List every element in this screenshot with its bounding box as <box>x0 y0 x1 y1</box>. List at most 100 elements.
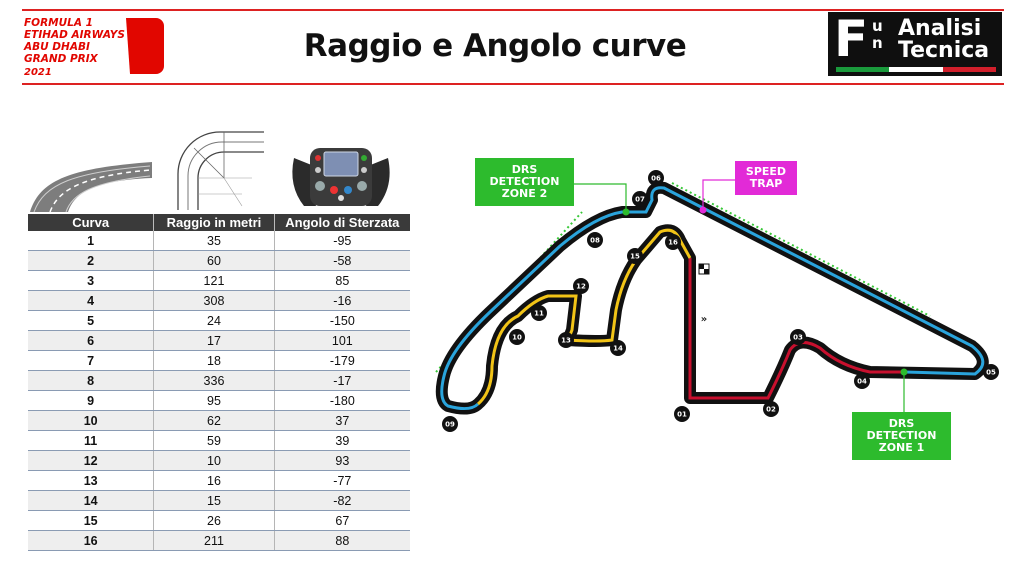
svg-text:11: 11 <box>534 310 544 318</box>
cell-curva: 5 <box>28 310 155 331</box>
brand-logo-big-letter: F <box>834 10 869 68</box>
cell-curva: 14 <box>28 490 155 511</box>
steering-wheel-icon <box>292 148 390 206</box>
event-logo-line: GRAND PRIX <box>24 53 99 65</box>
cell-curva: 16 <box>28 530 155 551</box>
cell-raggio: 95 <box>153 390 275 411</box>
column-header-raggio: Raggio in metri <box>153 214 275 231</box>
brand-logo-line1: Analisi <box>898 16 982 41</box>
table-row: 14 15 -82 <box>28 490 410 511</box>
cell-curva: 12 <box>28 450 155 471</box>
track-outline <box>435 181 989 415</box>
cell-angolo: 101 <box>274 330 410 351</box>
turn-marker: 08 <box>587 232 603 248</box>
cell-curva: 10 <box>28 410 155 431</box>
table-header-row: Curva Raggio in metri Angolo di Sterzata <box>28 214 410 231</box>
table-row: 10 62 37 <box>28 410 410 431</box>
cell-curva: 2 <box>28 250 155 271</box>
cell-curva: 1 <box>28 231 155 251</box>
cell-curva: 9 <box>28 390 155 411</box>
svg-text:12: 12 <box>576 283 586 291</box>
cell-raggio: 62 <box>153 410 275 431</box>
cell-curva: 3 <box>28 270 155 291</box>
cell-angolo: -179 <box>274 350 410 371</box>
cell-curva: 4 <box>28 290 155 311</box>
table-row: 16 211 88 <box>28 530 410 551</box>
speed-trap-label: SPEED TRAP <box>735 161 797 195</box>
cell-angolo: -17 <box>274 370 410 391</box>
brand-logo: F u n Analisi Tecnica <box>828 12 1002 76</box>
cell-raggio: 10 <box>153 450 275 471</box>
cell-raggio: 17 <box>153 330 275 351</box>
event-logo-line: FORMULA 1 <box>24 17 93 29</box>
cell-raggio: 15 <box>153 490 275 511</box>
svg-text:14: 14 <box>613 345 623 353</box>
svg-text:15: 15 <box>630 253 640 261</box>
cell-raggio: 26 <box>153 510 275 531</box>
turn-marker: 16 <box>665 234 681 250</box>
cell-raggio: 16 <box>153 470 275 491</box>
svg-text:01: 01 <box>677 411 687 419</box>
speed-trap-marker <box>699 206 707 214</box>
turn-marker: 14 <box>610 340 626 356</box>
italian-flag-stripe <box>836 67 996 72</box>
cell-angolo: -150 <box>274 310 410 331</box>
start-finish-flag-icon <box>698 263 710 275</box>
svg-text:05: 05 <box>986 369 996 377</box>
svg-text:07: 07 <box>635 196 645 204</box>
cell-curva: 6 <box>28 330 155 351</box>
cell-angolo: 85 <box>274 270 410 291</box>
cell-angolo: -95 <box>274 231 410 251</box>
svg-text:13: 13 <box>561 337 571 345</box>
cell-angolo: -180 <box>274 390 410 411</box>
turn-marker: 05 <box>983 364 999 380</box>
curves-table: Curva Raggio in metri Angolo di Sterzata… <box>28 214 410 551</box>
table-row: 4 308 -16 <box>28 290 410 311</box>
svg-text:10: 10 <box>512 334 522 342</box>
svg-text:06: 06 <box>651 175 661 183</box>
turn-marker: 02 <box>763 401 779 417</box>
cell-curva: 8 <box>28 370 155 391</box>
road-icon <box>30 162 152 212</box>
table-row: 2 60 -58 <box>28 250 410 271</box>
column-header-angolo: Angolo di Sterzata <box>274 214 410 231</box>
cell-raggio: 18 <box>153 350 275 371</box>
turn-marker: 07 <box>632 191 648 207</box>
event-logo-year: 2021 <box>24 67 52 78</box>
drs-detection-zone-2-label: DRS DETECTION ZONE 2 <box>475 158 574 206</box>
cell-angolo: 37 <box>274 410 410 431</box>
drs-zone1-marker <box>900 368 908 376</box>
cell-angolo: -16 <box>274 290 410 311</box>
cell-raggio: 308 <box>153 290 275 311</box>
cell-curva: 13 <box>28 470 155 491</box>
table-row: 8 336 -17 <box>28 370 410 391</box>
cell-raggio: 211 <box>153 530 275 551</box>
page-title: Raggio e Angolo curve <box>303 28 687 64</box>
brand-logo-side-letters: u n <box>872 17 883 52</box>
cell-angolo: 39 <box>274 430 410 451</box>
cell-raggio: 35 <box>153 231 275 251</box>
cell-raggio: 24 <box>153 310 275 331</box>
event-logo-line: ABU DHABI <box>23 41 90 53</box>
radius-diagram-icon <box>177 131 264 210</box>
cell-angolo: -58 <box>274 250 410 271</box>
turn-marker: 13 <box>558 332 574 348</box>
table-row: 9 95 -180 <box>28 390 410 411</box>
turn-marker: 03 <box>790 329 806 345</box>
drs-zone2-marker <box>622 208 630 216</box>
cell-angolo: 93 <box>274 450 410 471</box>
table-row: 6 17 101 <box>28 330 410 351</box>
turn-marker: 04 <box>854 373 870 389</box>
table-row: 3 121 85 <box>28 270 410 291</box>
cell-raggio: 121 <box>153 270 275 291</box>
turn-marker: 01 <box>674 406 690 422</box>
event-logo: FORMULA 1 ETIHAD AIRWAYS ABU DHABI GRAND… <box>22 12 168 78</box>
cell-angolo: 67 <box>274 510 410 531</box>
table-row: 1 35 -95 <box>28 231 410 251</box>
table-row: 7 18 -179 <box>28 350 410 371</box>
cell-raggio: 336 <box>153 370 275 391</box>
cell-curva: 11 <box>28 430 155 451</box>
event-logo-line: ETIHAD AIRWAYS <box>24 29 125 41</box>
turn-marker: 15 <box>627 248 643 264</box>
svg-text:03: 03 <box>793 334 803 342</box>
